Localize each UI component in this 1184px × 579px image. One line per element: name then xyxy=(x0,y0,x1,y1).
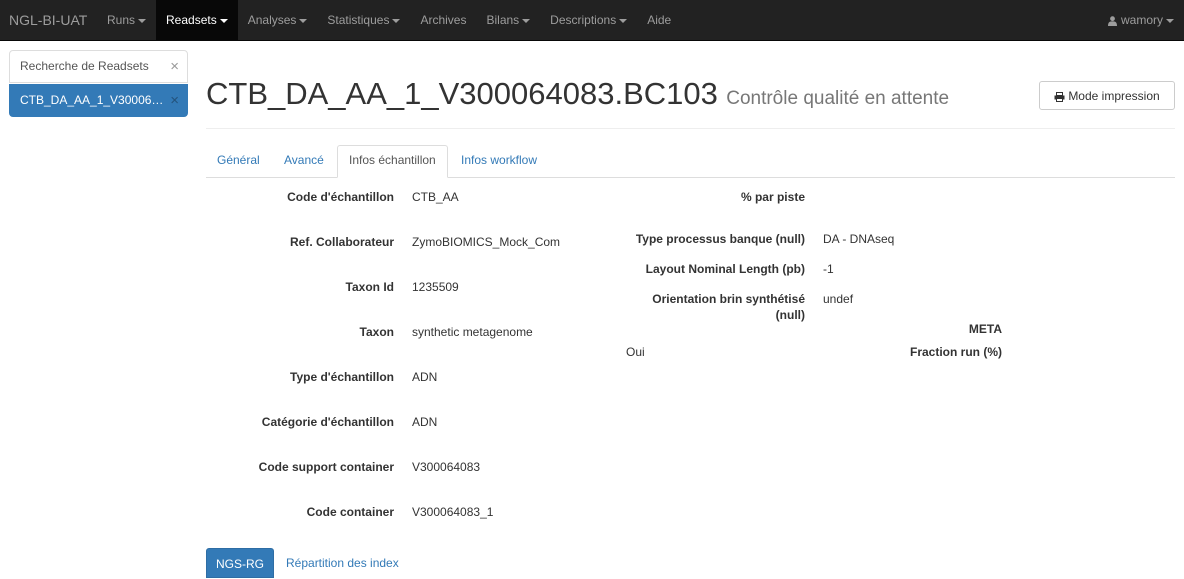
field-value: synthetic metagenome xyxy=(412,325,533,339)
user-menu[interactable]: wamory xyxy=(1107,0,1174,40)
close-icon[interactable]: × xyxy=(170,51,179,82)
field-label: Code container xyxy=(306,505,394,519)
tab-infos-echantillon[interactable]: Infos échantillon xyxy=(337,145,448,178)
page-title: CTB_DA_AA_1_V300064083.BC103 xyxy=(206,76,718,111)
field-value: 1235509 xyxy=(412,280,459,294)
nav-item-readsets[interactable]: Readsets xyxy=(156,0,238,40)
tab-avance[interactable]: Avancé xyxy=(273,145,335,177)
field-label: Ref. Collaborateur xyxy=(289,235,394,249)
meta-label: META xyxy=(968,322,1002,336)
caret-down-icon xyxy=(619,18,628,23)
print-mode-button[interactable]: Mode impression xyxy=(1039,81,1175,110)
page-header: CTB_DA_AA_1_V300064083.BC103 Contrôle qu… xyxy=(206,76,949,112)
field-value: V300064083 xyxy=(412,460,481,474)
caret-down-icon xyxy=(219,18,228,23)
process-type-label: Type processus banque (null) xyxy=(635,232,805,246)
nav-item-statistiques[interactable]: Statistiques xyxy=(317,0,410,40)
ngs-rg-button[interactable]: NGS-RG xyxy=(206,548,274,578)
caret-down-icon xyxy=(1166,18,1174,23)
header-divider xyxy=(206,128,1175,129)
sidebar-item-search[interactable]: Recherche de Readsets × xyxy=(9,50,188,83)
field-value: CTB_AA xyxy=(412,190,459,204)
nav-item-aide[interactable]: Aide xyxy=(637,0,681,40)
nav-item-archives[interactable]: Archives xyxy=(410,0,476,40)
close-icon[interactable]: × xyxy=(170,85,179,116)
tab-infos-workflow[interactable]: Infos workflow xyxy=(450,145,548,177)
print-icon xyxy=(1054,91,1065,102)
layout-length-label: Layout Nominal Length (pb) xyxy=(645,262,805,276)
orientation-label: Orientation brin synthétisé xyxy=(652,292,805,306)
nav-item-runs[interactable]: Runs xyxy=(97,0,156,40)
field-label: Code d'échantillon xyxy=(287,190,394,204)
meta-value: Oui xyxy=(626,345,645,359)
field-value: ADN xyxy=(412,370,438,384)
process-type-value: DA - DNAseq xyxy=(823,232,895,246)
caret-down-icon xyxy=(392,18,401,23)
caret-down-icon xyxy=(138,18,147,23)
user-icon xyxy=(1107,16,1117,26)
caret-down-icon xyxy=(299,18,308,23)
field-label: Code support container xyxy=(258,460,394,474)
field-label: Taxon xyxy=(359,325,394,339)
sidebar-item-readset[interactable]: CTB_DA_AA_1_V300064083.BC103 × xyxy=(9,84,188,117)
nav-item-bilans[interactable]: Bilans xyxy=(476,0,540,40)
field-value: ZymoBIOMICS_Mock_Com xyxy=(412,235,561,249)
percent-lane-label: % par piste xyxy=(740,190,805,204)
user-name: wamory xyxy=(1120,13,1163,27)
orientation-label-null: (null) xyxy=(775,308,805,322)
sidebar-item-label: Recherche de Readsets xyxy=(20,59,149,73)
field-value: V300064083_1 xyxy=(412,505,494,519)
top-navbar: NGL-BI-UAT Runs Readsets Analyses Statis… xyxy=(0,0,1184,41)
field-label: Type d'échantillon xyxy=(290,370,394,384)
page-subtitle: Contrôle qualité en attente xyxy=(726,88,950,109)
caret-down-icon xyxy=(522,18,531,23)
field-value: ADN xyxy=(412,415,438,429)
tab-bar: Général Avancé Infos échantillon Infos w… xyxy=(206,145,1175,178)
layout-length-value: -1 xyxy=(823,262,834,276)
sidebar-item-label: CTB_DA_AA_1_V300064083.BC103 xyxy=(20,93,165,107)
orientation-value: undef xyxy=(823,292,854,306)
field-label: Taxon Id xyxy=(345,280,394,294)
tab-general[interactable]: Général xyxy=(206,145,271,177)
fraction-run-label: Fraction run (%) xyxy=(910,345,1002,359)
brand-logo[interactable]: NGL-BI-UAT xyxy=(9,0,87,40)
field-label: Catégorie d'échantillon xyxy=(261,415,394,429)
nav-item-descriptions[interactable]: Descriptions xyxy=(540,0,637,40)
main-nav: Runs Readsets Analyses Statistiques Arch… xyxy=(97,0,681,40)
nav-item-analyses[interactable]: Analyses xyxy=(238,0,318,40)
index-distribution-link[interactable]: Répartition des index xyxy=(286,556,399,570)
print-button-label: Mode impression xyxy=(1068,89,1160,103)
